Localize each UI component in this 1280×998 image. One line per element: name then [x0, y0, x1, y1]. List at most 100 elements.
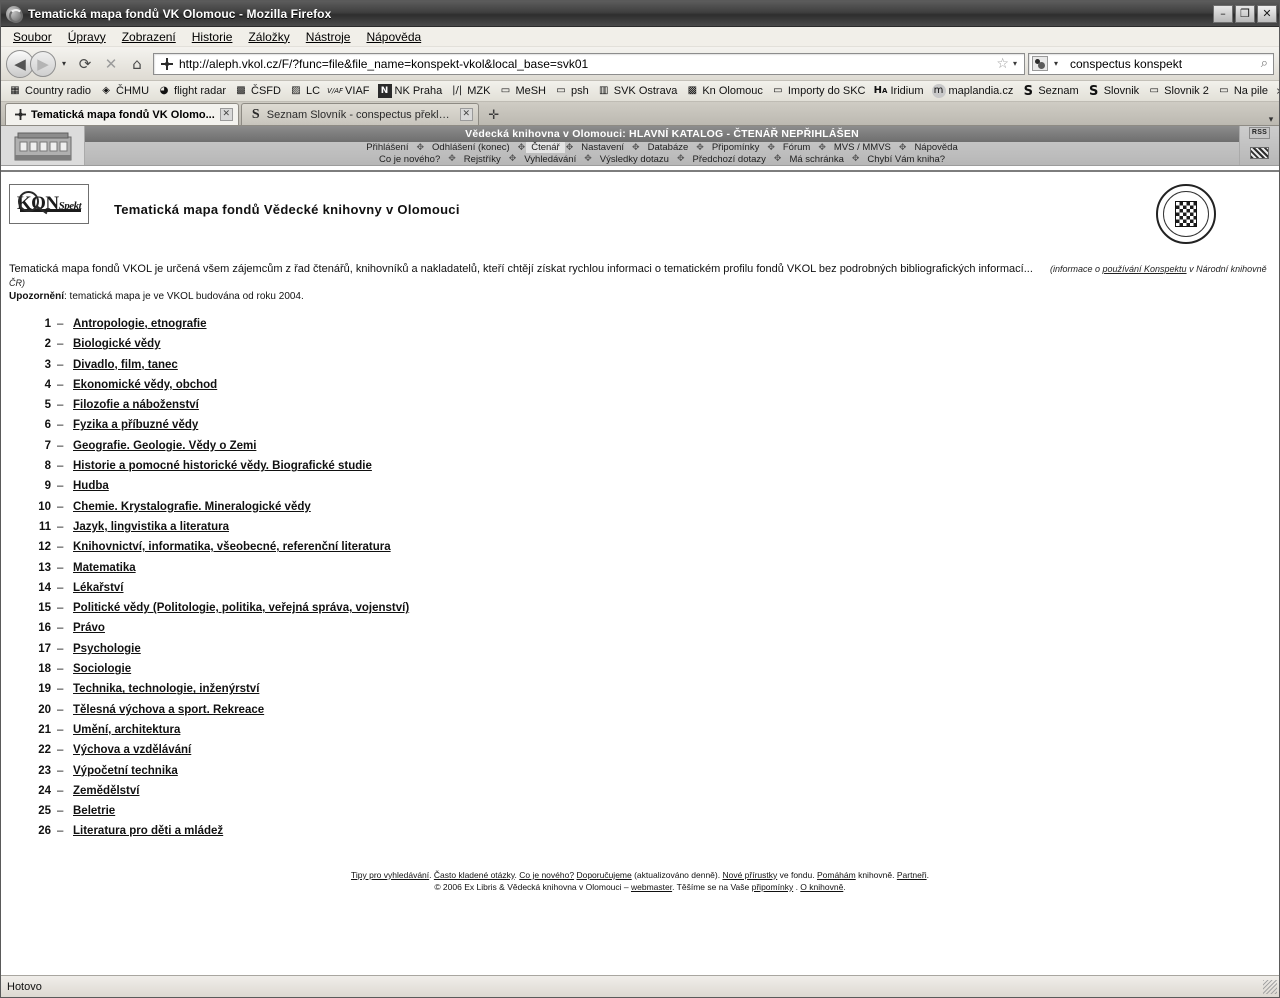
category-link[interactable]: Filozofie a náboženství	[73, 399, 199, 411]
footer-link-webmaster[interactable]: webmaster	[631, 882, 672, 892]
bookmark-item[interactable]: ◈ ČHMU	[95, 84, 153, 98]
list-item[interactable]: 11– Jazyk, lingvistika a literatura	[9, 521, 1271, 541]
reload-icon[interactable]: ⟳	[72, 51, 98, 77]
category-link[interactable]: Biologické vědy	[73, 338, 161, 350]
note-link[interactable]: používání Konspektu	[1103, 264, 1187, 274]
rss-button[interactable]: RSS	[1248, 127, 1271, 139]
category-link[interactable]: Technika, technologie, inženýrství	[73, 683, 259, 695]
list-item[interactable]: 1– Antropologie, etnografie	[9, 318, 1271, 338]
bookmark-item[interactable]: ▭ Slovnik 2	[1143, 84, 1213, 98]
minimize-button[interactable]: –	[1213, 4, 1233, 23]
list-item[interactable]: 10– Chemie. Krystalografie. Mineralogické…	[9, 501, 1271, 521]
bookmark-item[interactable]: ▥ SVK Ostrava	[593, 84, 682, 98]
footer-link-o-knihovne[interactable]: O knihovně	[800, 882, 843, 892]
bookmark-item[interactable]: ▭ psh	[550, 84, 593, 98]
list-item[interactable]: 17– Psychologie	[9, 643, 1271, 663]
list-item[interactable]: 9– Hudba	[9, 480, 1271, 500]
search-input[interactable]: conspectus konspekt	[1064, 57, 1261, 71]
list-all-tabs-icon[interactable]: ▾	[1263, 115, 1279, 125]
category-link[interactable]: Beletrie	[73, 805, 115, 817]
tab-tematicka-mapa[interactable]: Tematická mapa fondů VK Olomo... ✕	[5, 103, 239, 125]
nav-ctenar[interactable]: Čtenář	[526, 142, 565, 154]
list-item[interactable]: 2– Biologické vědy	[9, 338, 1271, 358]
menu-item-upravy[interactable]: Úpravy	[60, 29, 114, 45]
new-tab-icon[interactable]: ✛	[483, 105, 505, 125]
list-item[interactable]: 21– Umění, architektura	[9, 724, 1271, 744]
list-item[interactable]: 14– Lékařství	[9, 582, 1271, 602]
category-link[interactable]: Literatura pro děti a mládež	[73, 825, 223, 837]
category-link[interactable]: Psychologie	[73, 643, 141, 655]
footer-link-partneri[interactable]: Partneři	[897, 870, 927, 880]
list-item[interactable]: 18– Sociologie	[9, 663, 1271, 683]
category-link[interactable]: Antropologie, etnografie	[73, 318, 207, 330]
bookmark-item[interactable]: N NK Praha	[374, 84, 447, 98]
menu-item-soubor[interactable]: Soubor	[5, 29, 60, 45]
list-item[interactable]: 20– Tělesná výchova a sport. Rekreace	[9, 704, 1271, 724]
nav-chybi-vam-kniha[interactable]: Chybí Vám kniha?	[860, 154, 952, 165]
category-link[interactable]: Fyzika a příbuzné vědy	[73, 419, 198, 431]
resize-grip[interactable]	[1263, 979, 1277, 994]
category-link[interactable]: Lékařství	[73, 582, 124, 594]
tab-close-icon[interactable]: ✕	[459, 108, 473, 121]
nav-ma-schranka[interactable]: Má schránka	[782, 154, 850, 165]
close-button[interactable]: ✕	[1257, 4, 1277, 23]
list-item[interactable]: 22– Výchova a vzdělávání	[9, 744, 1271, 764]
nav-predchozi-dotazy[interactable]: Předchozí dotazy	[686, 154, 773, 165]
nav-vysledky-dotazu[interactable]: Výsledky dotazu	[593, 154, 676, 165]
nav-nastaveni[interactable]: Nastavení	[574, 142, 631, 153]
category-link[interactable]: Matematika	[73, 562, 136, 574]
nav-mvs-mmvs[interactable]: MVS / MMVS	[827, 142, 898, 153]
nav-odhlaseni[interactable]: Odhlášení (konec)	[425, 142, 517, 153]
chevron-down-icon[interactable]: ▾	[58, 59, 70, 68]
category-link[interactable]: Politické vědy (Politologie, politika, v…	[73, 602, 409, 614]
search-bar[interactable]: ▾ conspectus konspekt ⌕	[1028, 52, 1274, 75]
bookmark-item[interactable]: ▭ Importy do SKC	[767, 84, 870, 98]
bookmark-item[interactable]: H A Iridium	[870, 84, 928, 98]
nav-co-je-noveho[interactable]: Co je nového?	[372, 154, 447, 165]
footer-link-doporucujeme[interactable]: Doporučujeme	[576, 870, 631, 880]
search-engine-icon[interactable]	[1032, 56, 1048, 71]
bookmark-item[interactable]: ▭ Na pile	[1213, 84, 1272, 98]
category-link[interactable]: Ekonomické vědy, obchod	[73, 379, 217, 391]
nav-napoveda[interactable]: Nápověda	[907, 142, 964, 153]
footer-link-pripominky[interactable]: připomínky	[752, 882, 794, 892]
bookmark-item[interactable]: ▩ ČSFD	[230, 84, 285, 98]
category-link[interactable]: Historie a pomocné historické vědy. Biog…	[73, 460, 372, 472]
list-item[interactable]: 12– Knihovnictví, informatika, všeobecné,…	[9, 541, 1271, 561]
nav-pripominky[interactable]: Připomínky	[705, 142, 767, 153]
nav-prihlaseni[interactable]: Přihlášení	[359, 142, 415, 153]
list-item[interactable]: 25– Beletrie	[9, 805, 1271, 825]
bookmark-item[interactable]: V/AF VIAF	[324, 84, 373, 98]
home-icon[interactable]: ⌂	[124, 51, 150, 77]
nav-forum[interactable]: Fórum	[776, 142, 817, 153]
category-link[interactable]: Divadlo, film, tanec	[73, 359, 178, 371]
category-link[interactable]: Zemědělství	[73, 785, 139, 797]
url-bar[interactable]: http://aleph.vkol.cz/F/?func=file&file_n…	[153, 52, 1025, 75]
bookmark-item[interactable]: m maplandia.cz	[928, 84, 1018, 98]
list-item[interactable]: 3– Divadlo, film, tanec	[9, 359, 1271, 379]
nav-databaze[interactable]: Databáze	[641, 142, 696, 153]
footer-link-nove-prirustky[interactable]: Nové přírustky	[722, 870, 777, 880]
list-item[interactable]: 8– Historie a pomocné historické vědy. Bi…	[9, 460, 1271, 480]
list-item[interactable]: 4– Ekonomické vědy, obchod	[9, 379, 1271, 399]
footer-link-co-je-noveho[interactable]: Co je nového?	[519, 870, 574, 880]
stop-icon[interactable]: ✕	[98, 51, 124, 77]
bookmark-item[interactable]: ▦ Country radio	[4, 84, 95, 98]
list-item[interactable]: 7– Geografie. Geologie. Vědy o Zemi	[9, 440, 1271, 460]
list-item[interactable]: 24– Zemědělství	[9, 785, 1271, 805]
category-link[interactable]: Sociologie	[73, 663, 131, 675]
list-item[interactable]: 13– Matematika	[9, 562, 1271, 582]
menu-item-historie[interactable]: Historie	[184, 29, 241, 45]
list-item[interactable]: 23– Výpočetní technika	[9, 765, 1271, 785]
list-item[interactable]: 26– Literatura pro děti a mládež	[9, 825, 1271, 845]
bookmark-star-icon[interactable]: ☆	[994, 56, 1011, 72]
bookmark-item[interactable]: ◕ flight radar	[153, 84, 230, 98]
category-link[interactable]: Knihovnictví, informatika, všeobecné, re…	[73, 541, 391, 553]
tab-seznam-slovnik[interactable]: S Seznam Slovník - conspectus překlad z …	[240, 103, 479, 125]
bookmark-item[interactable]: ▨ LC	[285, 84, 324, 98]
language-flag-icon[interactable]	[1250, 147, 1269, 159]
category-link[interactable]: Tělesná výchova a sport. Rekreace	[73, 704, 264, 716]
category-link[interactable]: Výchova a vzdělávání	[73, 744, 191, 756]
list-item[interactable]: 15– Politické vědy (Politologie, politika…	[9, 602, 1271, 622]
menu-item-nastroje[interactable]: Nástroje	[298, 29, 359, 45]
